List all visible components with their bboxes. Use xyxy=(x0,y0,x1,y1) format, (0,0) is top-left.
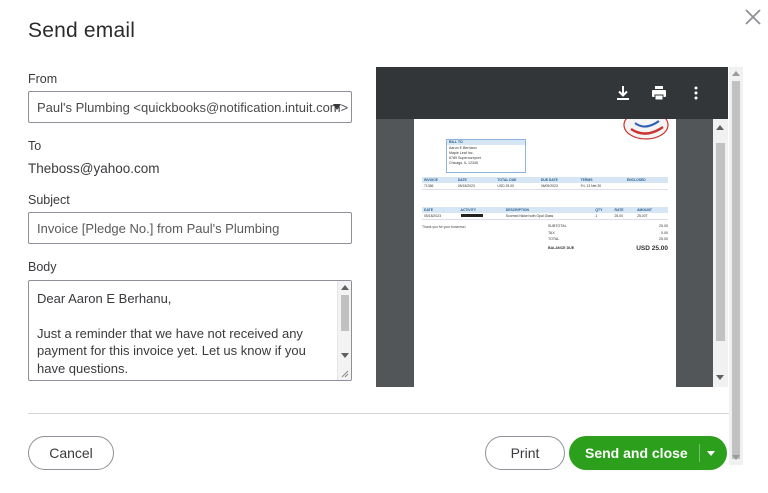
invoice-summary-table: INVOICE DATE TOTAL DUE DUE DATE TERMS EN… xyxy=(422,177,668,190)
total-label: TOTAL xyxy=(548,237,560,241)
print-icon[interactable] xyxy=(649,83,669,103)
balance-due-row: BALANCE DUE USD 25.00 xyxy=(548,244,668,253)
dialog-title: Send email xyxy=(28,19,136,42)
totals-block: SUBTOTAL 25.00 TAX 0.00 TOTAL 25.00 BALA… xyxy=(548,224,668,253)
preview-scroll-thumb[interactable] xyxy=(716,143,725,341)
table-cell xyxy=(458,213,504,220)
scroll-down-icon[interactable] xyxy=(716,375,724,380)
cancel-button[interactable]: Cancel xyxy=(28,436,114,470)
footer-divider xyxy=(28,413,729,414)
body-scrollbar[interactable] xyxy=(337,281,351,380)
table-cell xyxy=(624,183,668,190)
table-cell: 25.00T xyxy=(635,213,668,220)
to-label: To xyxy=(28,139,42,153)
scroll-down-icon[interactable] xyxy=(732,455,740,460)
table-cell: USD 25.00 xyxy=(495,183,539,190)
bill-to-line: Chicago, IL 12345 xyxy=(449,161,479,165)
print-button[interactable]: Print xyxy=(485,436,565,470)
balance-due-value: USD 25.00 xyxy=(636,244,668,252)
company-logo xyxy=(623,119,669,140)
scroll-up-icon[interactable] xyxy=(341,285,349,290)
more-vertical-icon[interactable] xyxy=(686,83,706,103)
subject-input[interactable]: Invoice [Pledge No.] from Paul's Plumbin… xyxy=(28,212,352,244)
table-cell: Scorned Nickel with Opal Glass xyxy=(503,213,594,220)
split-divider xyxy=(699,444,700,462)
table-cell: 71356 xyxy=(422,183,456,190)
scroll-down-icon[interactable] xyxy=(341,353,349,358)
subject-label: Subject xyxy=(28,193,70,207)
table-cell: 06/09/2023 xyxy=(538,183,579,190)
balance-due-label: BALANCE DUE xyxy=(548,246,575,250)
dialog-scrollbar[interactable] xyxy=(729,67,743,465)
from-label: From xyxy=(28,72,58,86)
close-icon[interactable] xyxy=(742,6,764,28)
table-row: 71356 05/18/2023 USD 25.00 06/09/2023 Fr… xyxy=(422,183,668,190)
table-cell: 05/18/2023 xyxy=(422,213,459,220)
bill-to-header: BILL TO xyxy=(447,140,525,145)
invoice-page: BILL TO Aaron E Berhanu Maple Leaf Inc. … xyxy=(414,119,676,387)
body-scroll-thumb[interactable] xyxy=(341,295,349,331)
preview-toolbar xyxy=(376,67,728,119)
to-value: Theboss@yahoo.com xyxy=(28,161,160,176)
body-label: Body xyxy=(28,260,57,274)
chevron-down-icon xyxy=(333,104,341,110)
body-textarea[interactable]: Dear Aaron E Berhanu, Just a reminder th… xyxy=(28,280,352,381)
table-cell: Fri, 13 Net 30 xyxy=(578,183,625,190)
resize-handle-icon[interactable] xyxy=(339,368,349,378)
body-message: Just a reminder that we have not receive… xyxy=(37,325,306,376)
redacted-activity xyxy=(460,214,483,217)
thanks-note: Thank you for your business! xyxy=(422,225,466,229)
invoice-preview: BILL TO Aaron E Berhanu Maple Leaf Inc. … xyxy=(376,67,728,387)
from-value: Paul's Plumbing <quickbooks@notification… xyxy=(37,100,349,115)
scroll-up-icon[interactable] xyxy=(732,71,740,76)
scroll-up-icon[interactable] xyxy=(716,125,724,130)
table-cell: 05/18/2023 xyxy=(455,183,496,190)
send-and-close-label: Send and close xyxy=(585,445,688,461)
table-cell: 1 xyxy=(593,213,613,220)
chevron-down-icon[interactable] xyxy=(707,451,715,456)
send-and-close-button[interactable]: Send and close xyxy=(569,436,727,470)
body-greeting: Dear Aaron E Berhanu, xyxy=(37,291,172,306)
preview-scrollbar[interactable] xyxy=(713,119,728,387)
table-cell: 25.00 xyxy=(612,213,636,220)
dialog-scroll-thumb[interactable] xyxy=(732,81,740,459)
download-icon[interactable] xyxy=(613,83,633,103)
bill-to-box: BILL TO Aaron E Berhanu Maple Leaf Inc. … xyxy=(446,139,526,173)
from-select[interactable]: Paul's Plumbing <quickbooks@notification… xyxy=(28,91,352,123)
invoice-items-table: DATE ACTIVITY DESCRIPTION QTY RATE AMOUN… xyxy=(422,207,668,220)
total-value: 25.00 xyxy=(659,237,668,241)
table-row: 05/18/2023 Scorned Nickel with Opal Glas… xyxy=(422,213,668,220)
